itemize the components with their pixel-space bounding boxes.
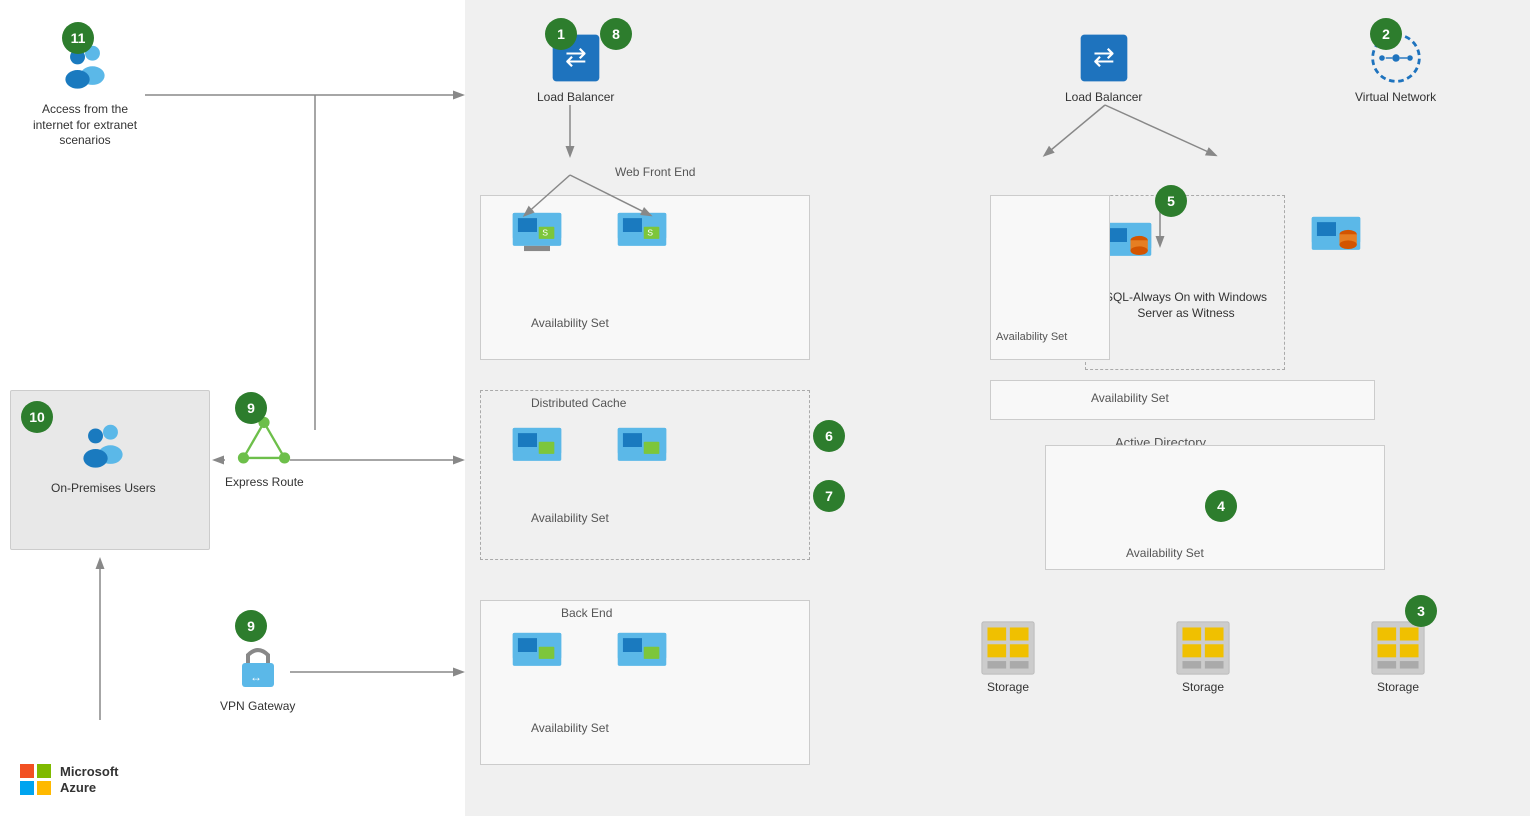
svg-text:S: S	[542, 227, 548, 237]
avail-set-2-label: Availability Set	[531, 511, 609, 525]
avail-set-4-box: Availability Set	[990, 195, 1110, 360]
storage-3: Storage	[1370, 620, 1426, 696]
storage-1: Storage	[980, 620, 1036, 696]
sql-avail-box: Availability Set	[990, 380, 1375, 420]
on-prem-box: 10 On-Premises Users	[10, 390, 210, 550]
circle-3: 3	[1405, 595, 1437, 627]
left-panel: 11 Access from the internet for extranet…	[0, 0, 465, 816]
vm-backend-1	[511, 626, 563, 678]
circle-6: 6	[813, 420, 845, 452]
circle-7: 7	[813, 480, 845, 512]
vm-sql-2	[1310, 210, 1362, 262]
vm-backend-2	[616, 626, 668, 678]
virtual-network-label: Virtual Network	[1355, 90, 1436, 106]
load-balancer-2: ⇄ Load Balancer	[1065, 30, 1142, 106]
storage-2-label: Storage	[1182, 680, 1224, 696]
sq-red	[20, 764, 34, 778]
azure-logo: Microsoft Azure	[20, 764, 119, 796]
sq-blue	[20, 781, 34, 795]
azure-squares	[20, 764, 52, 796]
circle-5: 5	[1155, 185, 1187, 217]
sq-green	[37, 764, 51, 778]
storage-2: Storage	[1175, 620, 1231, 696]
vm-web-2: S	[616, 206, 668, 258]
internet-access-label: Access from the internet for extranet sc…	[30, 102, 140, 149]
web-frontend-box: S S S Availability Set	[480, 195, 810, 360]
distributed-cache-box: Distributed Cache Availability Set	[480, 390, 810, 560]
circle-9b: 9	[235, 610, 267, 642]
circle-9a: 9	[235, 392, 267, 424]
avail-set-sql-label: Availability Set	[1091, 391, 1169, 405]
vm-web-1: S S	[511, 206, 563, 258]
azure-text: Microsoft Azure	[60, 764, 119, 795]
load-balancer-2-label: Load Balancer	[1065, 90, 1142, 106]
diagram-area: 1 8 ⇄ Load Balancer Web Front End S	[465, 0, 1530, 816]
main-container: 11 Access from the internet for extranet…	[0, 0, 1530, 816]
circle-11: 11	[62, 22, 94, 54]
avail-set-4-label: Availability Set	[996, 331, 1067, 343]
circle-8: 8	[600, 18, 632, 50]
express-route-label: Express Route	[225, 475, 304, 491]
svg-text:⇄: ⇄	[1093, 41, 1115, 71]
svg-text:S: S	[647, 227, 653, 237]
load-balancer-1-label: Load Balancer	[537, 90, 614, 106]
backend-box: Back End Availability Set	[480, 600, 810, 765]
storage-3-label: Storage	[1377, 680, 1419, 696]
avail-set-1-label: Availability Set	[531, 316, 609, 330]
vpn-gateway-label: VPN Gateway	[220, 699, 295, 715]
on-prem-users-icon: On-Premises Users	[51, 421, 156, 497]
back-end-label: Back End	[561, 606, 612, 620]
sql-alwayson-box: SQL-Always On with Windows Server as Wit…	[1085, 195, 1285, 370]
svg-text:↔: ↔	[250, 670, 262, 684]
circle-2: 2	[1370, 18, 1402, 50]
storage-1-label: Storage	[987, 680, 1029, 696]
sql-alwayson-label: SQL-Always On with Windows Server as Wit…	[1091, 290, 1281, 321]
distributed-cache-label: Distributed Cache	[531, 396, 626, 410]
avail-set-ad-label: Availability Set	[1126, 546, 1204, 560]
on-prem-label: On-Premises Users	[51, 481, 156, 497]
circle-10: 10	[21, 401, 53, 433]
web-front-end-label: Web Front End	[615, 165, 695, 179]
circle-1: 1	[545, 18, 577, 50]
circle-4: 4	[1205, 490, 1237, 522]
express-route-icon: Express Route	[225, 415, 304, 491]
internet-access-icon: Access from the internet for extranet sc…	[30, 42, 140, 149]
vpn-gateway-icon: ↔ VPN Gateway	[220, 635, 295, 715]
vm-cache-1	[511, 421, 563, 473]
avail-set-3-label: Availability Set	[531, 721, 609, 735]
sq-yellow	[37, 781, 51, 795]
vm-cache-2	[616, 421, 668, 473]
